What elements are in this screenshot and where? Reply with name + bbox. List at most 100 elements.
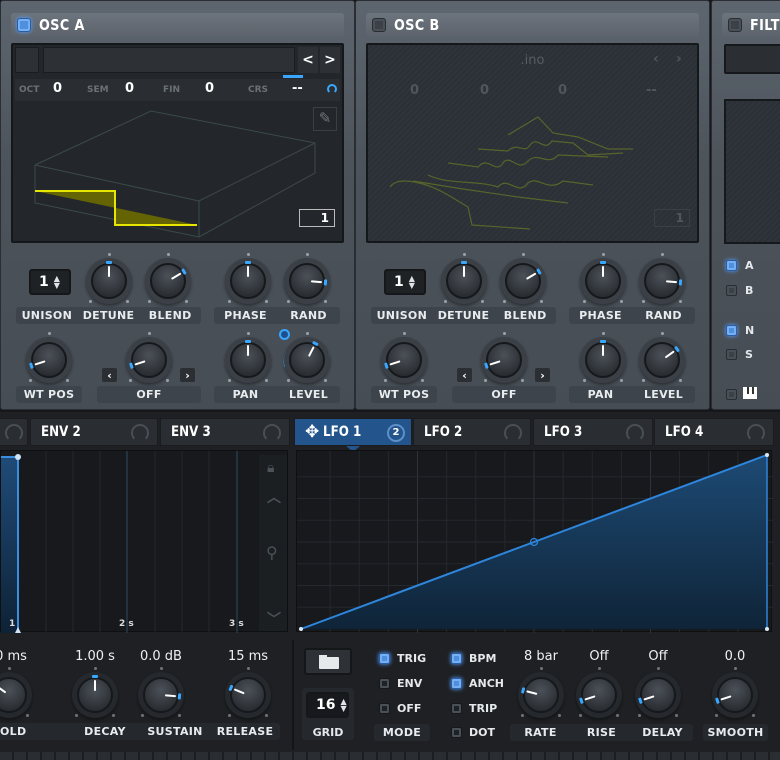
tab-lfo-2[interactable]: LFO 2 (413, 418, 531, 446)
mode-off-label: OFF (397, 702, 422, 715)
mode-off-toggle[interactable] (379, 703, 390, 714)
knob-tick (734, 667, 737, 670)
rise-knob[interactable] (576, 667, 622, 718)
osc-b-rand-knob[interactable] (639, 253, 685, 304)
tab-lfo-3[interactable]: LFO 3 (533, 418, 653, 446)
filter-response-display[interactable] (724, 99, 780, 244)
osc-b-level-knob[interactable] (639, 332, 685, 383)
osc-b-unison-stepper[interactable]: 1 ▲ ▼ (384, 269, 426, 295)
phase-reset-icon[interactable] (327, 84, 337, 94)
warp-next-button[interactable]: › (180, 368, 195, 382)
wt-pos-knob[interactable] (26, 332, 72, 383)
lock-icon[interactable]: 🔒︎ (267, 459, 274, 476)
osc-b-warp-next-button[interactable]: › (535, 368, 550, 382)
osc-b-warp-prev-button[interactable]: ‹ (457, 368, 472, 382)
rate-knob[interactable] (518, 667, 564, 718)
tab-lfo-4[interactable]: LFO 4 (654, 418, 774, 446)
envelope-sidebar: 🔒︎ ︿ ⚲ ﹀ (259, 455, 287, 631)
delay-knob[interactable] (635, 667, 681, 718)
stepper-arrows-icon[interactable]: ▲ ▼ (340, 698, 346, 713)
sustain-knob[interactable] (138, 667, 184, 718)
osc-b-warp-knob[interactable] (481, 332, 527, 383)
osc-b-labelbar-4[interactable]: OFF (452, 386, 556, 403)
stepper-arrows-icon[interactable]: ▲ ▼ (409, 275, 415, 290)
lfo-point[interactable] (765, 627, 769, 631)
envelope-graph[interactable]: 1 2 s 3 s 🔒︎ ︿ ⚲ ﹀ (0, 450, 288, 633)
chevron-down-icon[interactable]: ﹀ (267, 609, 281, 629)
filter-enable-toggle[interactable] (728, 18, 742, 32)
timing-trip-toggle[interactable] (451, 703, 462, 714)
oct-value[interactable]: 0 (53, 81, 62, 96)
mod-drag-icon[interactable] (263, 424, 281, 442)
mod-drag-icon[interactable] (131, 424, 149, 442)
tab-env-1[interactable] (0, 418, 28, 446)
tab-env-3[interactable]: ENV 3 (160, 418, 290, 446)
osc-b-phase-knob[interactable] (580, 253, 626, 304)
mod-drag-icon[interactable] (626, 424, 644, 442)
osc-a-labelbar-4[interactable]: OFF (97, 386, 201, 403)
wavetable-menu-button[interactable] (15, 47, 39, 73)
filter-type-select[interactable] (724, 44, 780, 74)
lfo-labelbar-2: SMOOTH (703, 724, 768, 741)
lfo-point[interactable] (299, 627, 303, 631)
rand-knob[interactable] (284, 253, 330, 304)
mod-source-indicator-icon[interactable] (279, 329, 290, 340)
filter-keytrack-toggle[interactable] (726, 389, 737, 400)
grid-stepper[interactable]: 16 ▲ ▼ (306, 692, 349, 718)
filter-route-s-toggle[interactable] (726, 349, 737, 360)
osc-b-blend-knob[interactable] (500, 253, 546, 304)
warp-knob[interactable] (126, 332, 172, 383)
sem-value[interactable]: 0 (125, 81, 134, 96)
lfo-graph[interactable] (296, 450, 773, 633)
timing-trip-label: TRIP (469, 702, 498, 715)
knob-tick (324, 300, 327, 303)
blend-knob[interactable] (145, 253, 191, 304)
load-preset-button[interactable] (304, 648, 352, 675)
decay-knob[interactable] (72, 667, 118, 718)
mod-drag-icon[interactable] (504, 424, 522, 442)
unison-stepper[interactable]: 1 ▲ ▼ (29, 269, 71, 295)
zoom-icon[interactable]: ⚲ (266, 543, 278, 562)
timing-anch-toggle[interactable] (451, 678, 462, 689)
wavetable-prev-button[interactable]: < (298, 47, 318, 73)
mode-trig-toggle[interactable] (379, 653, 390, 664)
pencil-edit-icon[interactable]: ✎ (313, 107, 337, 131)
pan-knob[interactable] (225, 332, 271, 383)
detune-knob[interactable] (86, 253, 132, 304)
timing-dot-toggle[interactable] (451, 727, 462, 738)
osc-b-next-button[interactable]: › (676, 51, 682, 67)
mod-drag-icon[interactable] (747, 424, 765, 442)
mode-env-toggle[interactable] (379, 678, 390, 689)
timing-bpm-toggle[interactable] (451, 653, 462, 664)
release-knob[interactable] (225, 667, 271, 718)
osc-b-enable-toggle[interactable] (372, 18, 386, 32)
osc-b-wavetable-display[interactable]: .ino ‹ › 0 0 0 -- 1 (366, 43, 699, 243)
hold-knob[interactable] (0, 667, 32, 718)
filter-route-b-toggle[interactable] (726, 285, 737, 296)
osc-a-enable-toggle[interactable] (17, 18, 31, 32)
smooth-knob[interactable] (712, 667, 758, 718)
osc-a-labelbar-3: WT POS (16, 386, 82, 403)
move-arrows-icon[interactable]: ✥ (305, 422, 319, 442)
lfo-point[interactable] (765, 453, 769, 457)
osc-b-detune-knob[interactable] (441, 253, 487, 304)
filter-route-n-toggle[interactable] (726, 325, 737, 336)
osc-b-prev-button[interactable]: ‹ (653, 51, 659, 67)
stepper-arrows-icon[interactable]: ▲ ▼ (54, 275, 60, 290)
crs-value[interactable]: -- (292, 81, 303, 96)
frame-number[interactable]: 1 (299, 209, 335, 227)
tab-lfo-1[interactable]: ✥ LFO 1 2 (294, 418, 412, 446)
tab-env-2[interactable]: ENV 2 (30, 418, 158, 446)
phase-knob[interactable] (225, 253, 271, 304)
wavetable-name[interactable] (43, 47, 295, 73)
mod-count-badge: 2 (387, 424, 405, 442)
wavetable-next-button[interactable]: > (320, 47, 340, 73)
filter-route-a-toggle[interactable] (726, 260, 737, 271)
warp-prev-button[interactable]: ‹ (102, 368, 117, 382)
fin-value[interactable]: 0 (205, 81, 214, 96)
chevron-up-icon[interactable]: ︿ (267, 487, 281, 507)
level-knob[interactable] (283, 332, 331, 383)
osc-b-wt-pos-knob[interactable] (381, 332, 427, 383)
osc-a-wavetable-display[interactable]: < > OCT 0 SEM 0 FIN 0 CRS -- ✎ 1 (11, 43, 344, 243)
osc-b-pan-knob[interactable] (580, 332, 626, 383)
